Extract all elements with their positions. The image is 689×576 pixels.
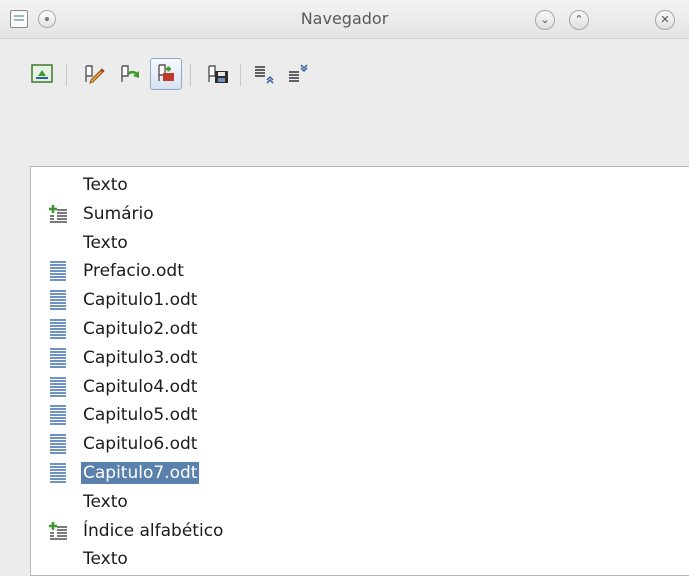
tree-item[interactable]: Texto — [31, 171, 130, 199]
navigation-toggle-button[interactable] — [26, 58, 58, 90]
section-icon — [46, 375, 70, 399]
move-down-button[interactable] — [282, 58, 314, 90]
section-icon — [50, 434, 66, 454]
blank-icon-slot — [46, 490, 70, 514]
section-icon — [46, 432, 70, 456]
tree-item[interactable]: Texto — [31, 545, 130, 573]
drag-mode-button[interactable] — [150, 58, 182, 90]
move-down-icon — [289, 64, 308, 82]
section-icon — [50, 376, 66, 397]
tree-item[interactable]: Prefacio.odt — [31, 257, 186, 285]
tree-item[interactable]: Sumário — [31, 200, 156, 228]
save-contents-icon — [208, 65, 228, 83]
navigation-toggle-icon — [31, 64, 53, 83]
tree-item[interactable]: Capitulo2.odt — [31, 315, 199, 343]
tree-item[interactable]: Capitulo5.odt — [31, 401, 199, 429]
tree-item-label: Capitulo4.odt — [83, 376, 198, 397]
tree-item-label: Índice alfabético — [83, 520, 224, 541]
section-icon — [46, 461, 70, 485]
tree-item[interactable]: Capitulo3.odt — [31, 344, 199, 372]
tree-item-label: Capitulo5.odt — [83, 405, 198, 426]
section-icon — [50, 319, 66, 339]
edit-pencil-icon — [85, 65, 105, 84]
section-icon — [46, 403, 70, 427]
section-icon — [50, 405, 66, 426]
update-button[interactable] — [114, 58, 146, 90]
move-up-icon — [255, 66, 274, 84]
blank-icon-slot — [46, 173, 70, 197]
section-icon — [46, 288, 70, 312]
tree-item-label: Capitulo6.odt — [83, 434, 198, 455]
index-icon — [49, 521, 67, 540]
tree-item[interactable]: Texto — [31, 229, 130, 257]
tree-item-label: Texto — [83, 175, 128, 195]
tree-item-label: Capitulo7.odt — [81, 462, 200, 484]
update-arrow-icon — [121, 65, 140, 82]
section-icon — [50, 347, 66, 368]
tree-item-label: Texto — [83, 232, 128, 253]
tree-item-label: Capitulo3.odt — [83, 347, 198, 368]
blank-icon-slot — [46, 547, 70, 571]
tree-item-label: Sumário — [83, 203, 154, 224]
tree-item-label: Texto — [83, 549, 128, 570]
drag-mode-icon — [158, 64, 174, 81]
section-icon — [50, 290, 66, 310]
tree-item-label: Capitulo1.odt — [83, 290, 198, 311]
navigator-tree[interactable]: Texto Sumário Texto Prefacio.odt Capitulo1.o… — [30, 166, 689, 576]
close-button[interactable]: ✕ — [655, 10, 675, 30]
index-icon — [46, 202, 70, 226]
section-icon — [50, 261, 66, 282]
tree-item[interactable]: Capitulo4.odt — [31, 373, 199, 401]
tree-item[interactable]: Capitulo6.odt — [31, 430, 199, 458]
section-icon — [50, 463, 66, 483]
title-bar: Navegador ⌄ ⌃ ✕ — [0, 0, 689, 39]
tree-item-label: Texto — [83, 491, 128, 512]
tree-item[interactable]: Capitulo1.odt — [31, 286, 199, 314]
save-contents-button[interactable] — [202, 58, 234, 90]
tree-item[interactable]: Texto — [31, 488, 130, 516]
minimize-button[interactable]: ⌄ — [535, 10, 555, 30]
section-icon — [46, 259, 70, 283]
maximize-button[interactable]: ⌃ — [569, 10, 589, 30]
edit-button[interactable] — [78, 58, 110, 90]
blank-icon-slot — [46, 231, 70, 255]
index-icon — [46, 519, 70, 543]
tree-item-label: Capitulo2.odt — [83, 319, 198, 339]
tree-item[interactable]: Índice alfabético — [31, 517, 225, 545]
index-icon — [49, 204, 67, 223]
tree-item-label: Prefacio.odt — [83, 261, 184, 282]
section-icon — [46, 346, 70, 370]
move-up-button[interactable] — [248, 58, 280, 90]
section-icon — [46, 317, 70, 341]
tree-item[interactable]: Capitulo7.odt — [31, 459, 200, 487]
